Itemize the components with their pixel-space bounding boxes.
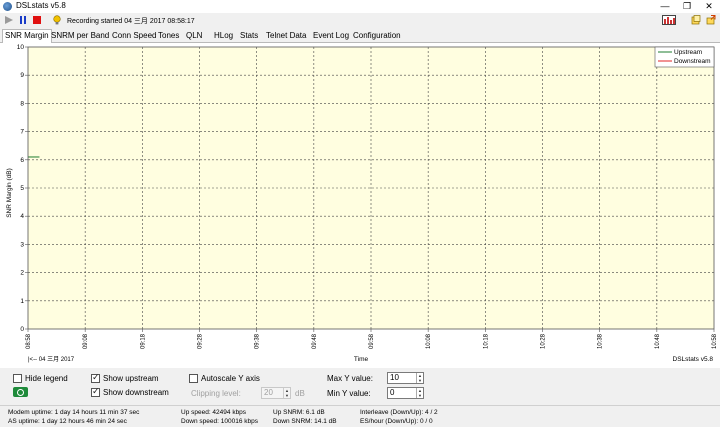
tab-snr-margin[interactable]: SNR Margin bbox=[2, 29, 52, 44]
title-bar: DSLstats v5.8 — ❐ ✕ bbox=[0, 0, 720, 13]
x-tick-label: 09:58 bbox=[369, 333, 375, 349]
app-icon bbox=[3, 2, 12, 11]
y-tick-label: 7 bbox=[20, 129, 24, 136]
min-y-input[interactable]: 0 ▲ ▼ bbox=[387, 387, 424, 399]
x-tick-label: 09:38 bbox=[255, 333, 261, 349]
window-title: DSLstats v5.8 bbox=[16, 1, 66, 10]
show-upstream-label: Show upstream bbox=[103, 374, 159, 383]
clipping-spin-arrows[interactable]: ▲ ▼ bbox=[283, 388, 290, 398]
y-tick-label: 0 bbox=[20, 326, 24, 333]
y-tick-label: 5 bbox=[20, 185, 24, 192]
x-tick-label: 09:08 bbox=[83, 333, 89, 349]
x-tick-label: 08:58 bbox=[26, 333, 32, 349]
show-downstream-checkbox[interactable] bbox=[91, 386, 100, 397]
x-tick-label: 10:48 bbox=[655, 333, 661, 349]
legend-label-downstream: Downstream bbox=[674, 58, 710, 65]
autoscale-checkbox[interactable] bbox=[189, 374, 198, 383]
hide-legend-checkbox[interactable] bbox=[13, 374, 22, 383]
tab-qln[interactable]: QLN bbox=[184, 30, 204, 43]
toolbar: Recording started 04 三月 2017 08:58:17 bbox=[0, 13, 720, 29]
stop-icon[interactable] bbox=[32, 15, 42, 25]
camera-icon[interactable] bbox=[13, 387, 28, 397]
autoscale-label: Autoscale Y axis bbox=[201, 374, 260, 383]
restore-button[interactable]: ❐ bbox=[676, 0, 698, 13]
y-tick-label: 3 bbox=[20, 241, 24, 248]
lightbulb-icon[interactable] bbox=[52, 15, 62, 25]
up-snrm: Up SNRM: 6.1 dB bbox=[273, 409, 325, 416]
snr-chart: 0 1 2 3 4 5 6 7 8 9 10 08:58 09:08 09:18 09:28 09:38 09… bbox=[6, 44, 718, 363]
close-button[interactable]: ✕ bbox=[698, 0, 720, 13]
x-tick-label: 09:28 bbox=[198, 333, 204, 349]
min-y-spin-arrows[interactable]: ▲ ▼ bbox=[416, 388, 423, 398]
min-y-value: 0 bbox=[390, 388, 395, 397]
down-speed: Down speed: 100016 kbps bbox=[181, 418, 258, 425]
snr-chart-panel: 0 1 2 3 4 5 6 7 8 9 10 08:58 09:08 09:18 09:28 09:38 09… bbox=[0, 43, 720, 368]
tab-stats[interactable]: Stats bbox=[238, 30, 260, 43]
x-tick-label: 10:28 bbox=[541, 333, 547, 349]
recording-status: Recording started 04 三月 2017 08:58:17 bbox=[67, 18, 195, 25]
x-tick-label: 09:48 bbox=[312, 333, 318, 349]
y-tick-label: 8 bbox=[20, 100, 24, 107]
interleave: Interleave (Down/Up): 4 / 2 bbox=[360, 409, 438, 416]
clipping-level-label: Clipping level: bbox=[191, 389, 241, 398]
x-tick-label: 09:18 bbox=[140, 333, 146, 349]
status-bar: Modem uptime: 1 day 14 hours 11 min 37 s… bbox=[0, 405, 720, 427]
y-axis-ticks: 0 1 2 3 4 5 6 7 8 9 10 bbox=[17, 44, 28, 333]
chart-controls: Hide legend Show upstream Show downstrea… bbox=[0, 368, 720, 405]
chart-legend: Upstream Downstream bbox=[654, 46, 715, 68]
up-speed: Up speed: 42494 kbps bbox=[181, 409, 247, 416]
clipping-level-input[interactable]: 20 ▲ ▼ bbox=[261, 387, 291, 399]
y-tick-label: 10 bbox=[17, 44, 25, 51]
tab-configuration[interactable]: Configuration bbox=[351, 30, 403, 43]
max-y-value: 10 bbox=[390, 373, 399, 382]
y-axis-label: SNR Margin (dB) bbox=[6, 168, 13, 217]
tab-conn-speed[interactable]: Conn Speed bbox=[110, 30, 158, 43]
hide-legend-label: Hide legend bbox=[25, 374, 68, 383]
down-snrm: Down SNRM: 14.1 dB bbox=[273, 418, 337, 425]
x-tick-label: 10:38 bbox=[598, 333, 604, 349]
y-tick-label: 2 bbox=[20, 270, 24, 277]
tab-event-log[interactable]: Event Log bbox=[311, 30, 351, 43]
tab-snrm-per-band[interactable]: SNRM per Band bbox=[49, 30, 111, 43]
show-downstream-label: Show downstream bbox=[103, 388, 169, 397]
date-label: |<-- 04 三月 2017 bbox=[28, 356, 75, 363]
tab-telnet-data[interactable]: Telnet Data bbox=[264, 30, 308, 43]
export-icon[interactable] bbox=[706, 15, 716, 25]
show-upstream-checkbox[interactable] bbox=[91, 372, 100, 383]
legend-label-upstream: Upstream bbox=[674, 49, 702, 56]
tab-tones[interactable]: Tones bbox=[156, 30, 181, 43]
x-axis-ticks: 08:58 09:08 09:18 09:28 09:38 09:48 09:58 10:08… bbox=[26, 329, 718, 349]
modem-uptime: Modem uptime: 1 day 14 hours 11 min 37 s… bbox=[8, 409, 140, 416]
max-y-input[interactable]: 10 ▲ ▼ bbox=[387, 372, 424, 384]
play-icon[interactable] bbox=[4, 15, 14, 25]
clipping-level-value: 20 bbox=[264, 388, 273, 397]
es-per-hour: ES/hour (Down/Up): 0 / 0 bbox=[360, 418, 433, 425]
x-tick-label: 10:58 bbox=[712, 333, 718, 349]
y-tick-label: 6 bbox=[20, 157, 24, 164]
minimize-button[interactable]: — bbox=[654, 0, 676, 13]
max-y-spin-arrows[interactable]: ▲ ▼ bbox=[416, 373, 423, 383]
y-tick-label: 4 bbox=[20, 213, 24, 220]
x-tick-label: 10:18 bbox=[483, 333, 489, 349]
copy-icon[interactable] bbox=[691, 15, 701, 25]
tab-bar: SNR Margin SNRM per Band Conn Speed Tone… bbox=[0, 29, 720, 44]
min-y-label: Min Y value: bbox=[327, 389, 371, 398]
x-axis-label: Time bbox=[354, 356, 369, 363]
chart-window-icon[interactable] bbox=[662, 15, 676, 25]
max-y-label: Max Y value: bbox=[327, 374, 373, 383]
clipping-unit: dB bbox=[295, 389, 305, 398]
watermark: DSLstats v5.8 bbox=[673, 356, 714, 363]
tab-hlog[interactable]: HLog bbox=[212, 30, 235, 43]
x-tick-label: 10:08 bbox=[426, 333, 432, 349]
y-tick-label: 1 bbox=[20, 298, 24, 305]
y-tick-label: 9 bbox=[20, 72, 24, 79]
as-uptime: AS uptime: 1 day 12 hours 46 min 24 sec bbox=[8, 418, 127, 425]
pause-icon[interactable] bbox=[18, 15, 28, 25]
